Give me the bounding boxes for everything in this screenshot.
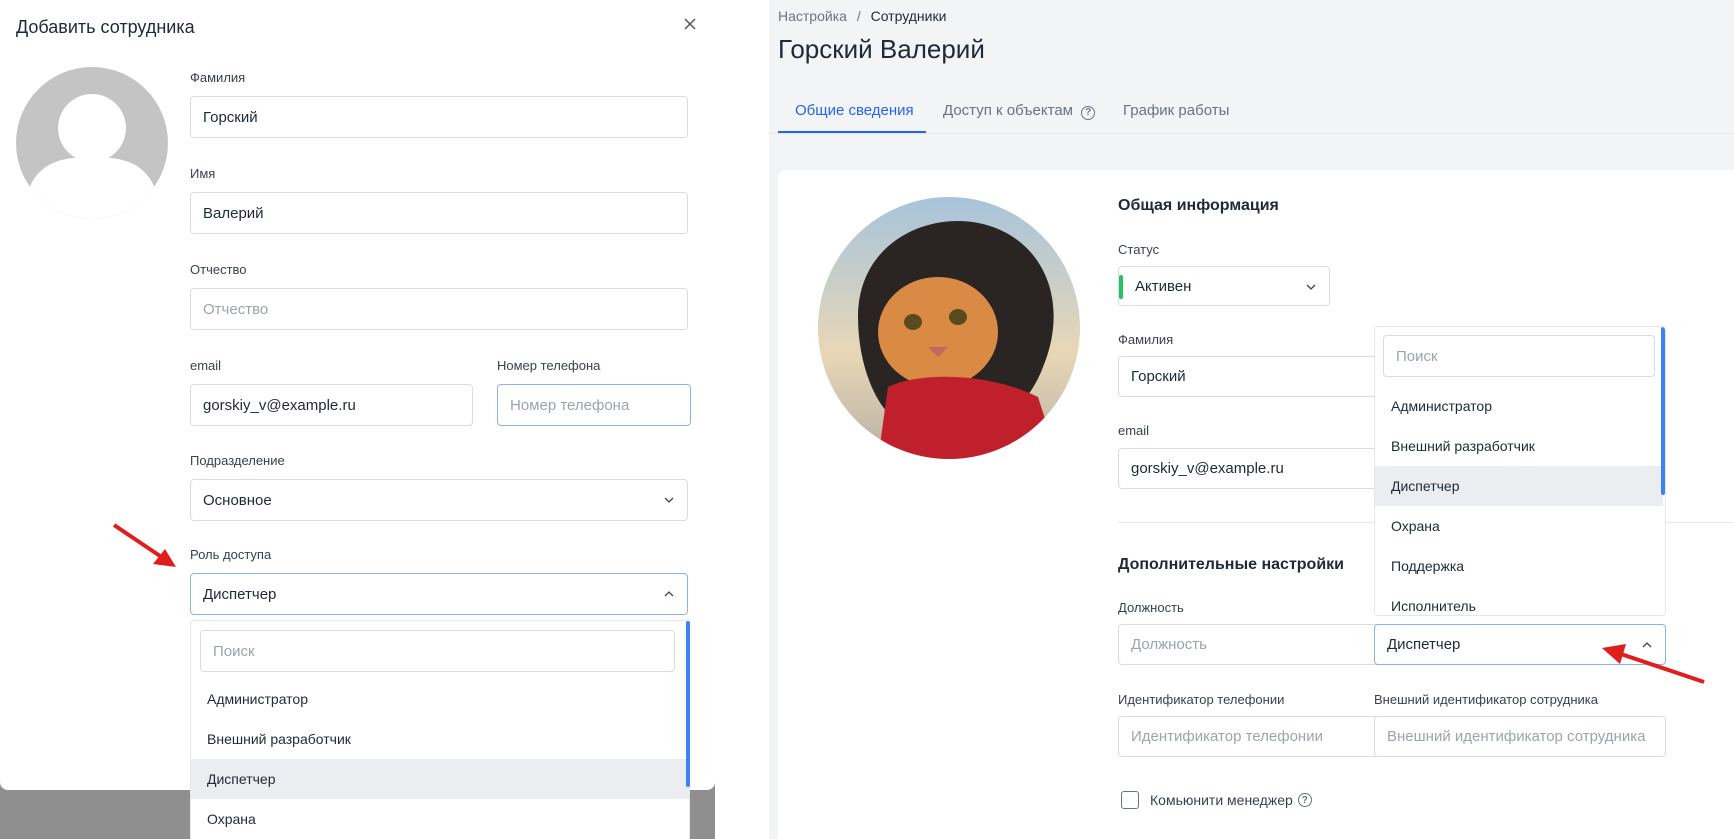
breadcrumb-parent[interactable]: Настройка <box>778 8 847 24</box>
role-option-selected[interactable]: Диспетчер <box>191 759 689 799</box>
general-card: Общая информация Статус Активен Фамилия … <box>778 170 1734 839</box>
avatar-placeholder[interactable] <box>16 67 168 219</box>
status-select[interactable]: Активен <box>1118 266 1330 306</box>
breadcrumb: Настройка / Сотрудники <box>778 8 946 24</box>
role-dropdown: Поиск Администратор Внешний разработчик … <box>190 620 690 839</box>
screenshot-root: Добавить сотрудника Фамилия Горский Имя … <box>0 0 1734 839</box>
status-value: Активен <box>1135 277 1192 295</box>
page-role-dropdown-scrollbar[interactable] <box>1661 327 1665 495</box>
role-option[interactable]: Охрана <box>191 799 689 839</box>
breadcrumb-separator: / <box>856 8 861 24</box>
department-label: Подразделение <box>190 453 285 468</box>
help-icon[interactable]: ? <box>1297 793 1312 807</box>
page-lastname-input[interactable]: Горский <box>1118 356 1408 397</box>
avatar-placeholder-icon <box>26 94 158 219</box>
status-label: Статус <box>1118 242 1160 257</box>
role-option[interactable]: Администратор <box>191 679 689 719</box>
page-role-option[interactable]: Поддержка <box>1375 546 1663 586</box>
section-general-title: Общая информация <box>1118 197 1279 214</box>
spacer <box>715 0 769 839</box>
firstname-value: Валерий <box>203 204 264 222</box>
phone-input[interactable]: Номер телефона <box>497 384 691 426</box>
help-icon[interactable]: ? <box>1081 105 1096 120</box>
department-value: Основное <box>203 491 272 509</box>
page-role-option[interactable]: Внешний разработчик <box>1375 426 1663 466</box>
page-email-label: email <box>1118 423 1150 438</box>
tab-schedule[interactable]: График работы <box>1123 102 1229 119</box>
email-input[interactable]: gorskiy_v@example.ru <box>190 384 473 426</box>
role-label: Роль доступа <box>190 547 272 562</box>
tab-object-access[interactable]: Доступ к объектам ? <box>943 102 1096 120</box>
middlename-placeholder: Отчество <box>203 300 269 318</box>
firstname-label: Имя <box>190 166 216 181</box>
telephony-placeholder: Идентификатор телефонии <box>1131 728 1323 745</box>
employee-photo[interactable] <box>818 197 1080 459</box>
page-role-option[interactable]: Администратор <box>1375 386 1663 426</box>
phone-label: Номер телефона <box>497 358 601 373</box>
email-label: email <box>190 358 222 373</box>
close-icon[interactable] <box>682 16 698 32</box>
role-search-input[interactable]: Поиск <box>200 630 675 672</box>
tab-general[interactable]: Общие сведения <box>795 102 914 119</box>
page-email-value: gorskiy_v@example.ru <box>1131 460 1284 477</box>
telephony-input[interactable]: Идентификатор телефонии <box>1118 716 1408 757</box>
page-role-option-selected[interactable]: Диспетчер <box>1375 466 1663 506</box>
page-role-search-placeholder: Поиск <box>1396 347 1438 365</box>
role-value: Диспетчер <box>203 585 277 603</box>
external-id-label: Внешний идентификатор сотрудника <box>1374 692 1598 707</box>
lastname-value: Горский <box>203 108 258 126</box>
position-input[interactable]: Должность <box>1118 624 1408 665</box>
page-lastname-label: Фамилия <box>1118 332 1174 347</box>
firstname-input[interactable]: Валерий <box>190 192 688 234</box>
external-id-placeholder: Внешний идентификатор сотрудника <box>1387 728 1646 745</box>
tab-object-access-label: Доступ к объектам <box>943 102 1073 119</box>
employee-page: Настройка / Сотрудники Горский Валерий О… <box>769 0 1734 839</box>
chevron-up-icon <box>664 591 674 597</box>
email-value: gorskiy_v@example.ru <box>203 396 356 414</box>
position-placeholder: Должность <box>1131 636 1207 653</box>
page-role-search-input[interactable]: Поиск <box>1383 335 1655 377</box>
community-manager: Комьюнити менеджер ? <box>1150 792 1312 808</box>
phone-placeholder: Номер телефона <box>510 396 630 414</box>
community-manager-checkbox[interactable] <box>1121 791 1139 809</box>
page-role-value: Диспетчер <box>1387 636 1461 653</box>
arrow-annotation-icon <box>1602 644 1705 684</box>
middlename-label: Отчество <box>190 262 247 277</box>
chevron-down-icon <box>1306 284 1316 290</box>
role-search-placeholder: Поиск <box>213 642 255 660</box>
status-indicator <box>1119 275 1123 299</box>
modal-backdrop: Добавить сотрудника Фамилия Горский Имя … <box>0 0 715 839</box>
role-option[interactable]: Внешний разработчик <box>191 719 689 759</box>
lastname-input[interactable]: Горский <box>190 96 688 138</box>
page-role-option[interactable]: Исполнитель <box>1375 586 1663 615</box>
page-email-input[interactable]: gorskiy_v@example.ru <box>1118 448 1408 489</box>
page-role-dropdown: Поиск Администратор Внешний разработчик … <box>1374 326 1666 616</box>
lastname-label: Фамилия <box>190 70 246 85</box>
breadcrumb-current: Сотрудники <box>870 8 947 24</box>
page-role-option[interactable]: Охрана <box>1375 506 1663 546</box>
chevron-down-icon <box>664 497 674 503</box>
position-label: Должность <box>1118 600 1184 615</box>
arrow-annotation-icon <box>112 523 176 567</box>
middlename-input[interactable]: Отчество <box>190 288 688 330</box>
modal-title: Добавить сотрудника <box>16 17 195 37</box>
tabs-divider <box>769 133 1734 134</box>
department-select[interactable]: Основное <box>190 479 688 521</box>
role-select[interactable]: Диспетчер <box>190 573 688 615</box>
external-id-input[interactable]: Внешний идентификатор сотрудника <box>1374 716 1666 757</box>
telephony-label: Идентификатор телефонии <box>1118 692 1285 707</box>
page-lastname-value: Горский <box>1131 368 1186 385</box>
section-extra-title: Дополнительные настройки <box>1118 556 1344 573</box>
page-title: Горский Валерий <box>778 34 985 64</box>
community-manager-label: Комьюнити менеджер <box>1150 792 1293 808</box>
role-dropdown-scrollbar[interactable] <box>686 621 690 787</box>
